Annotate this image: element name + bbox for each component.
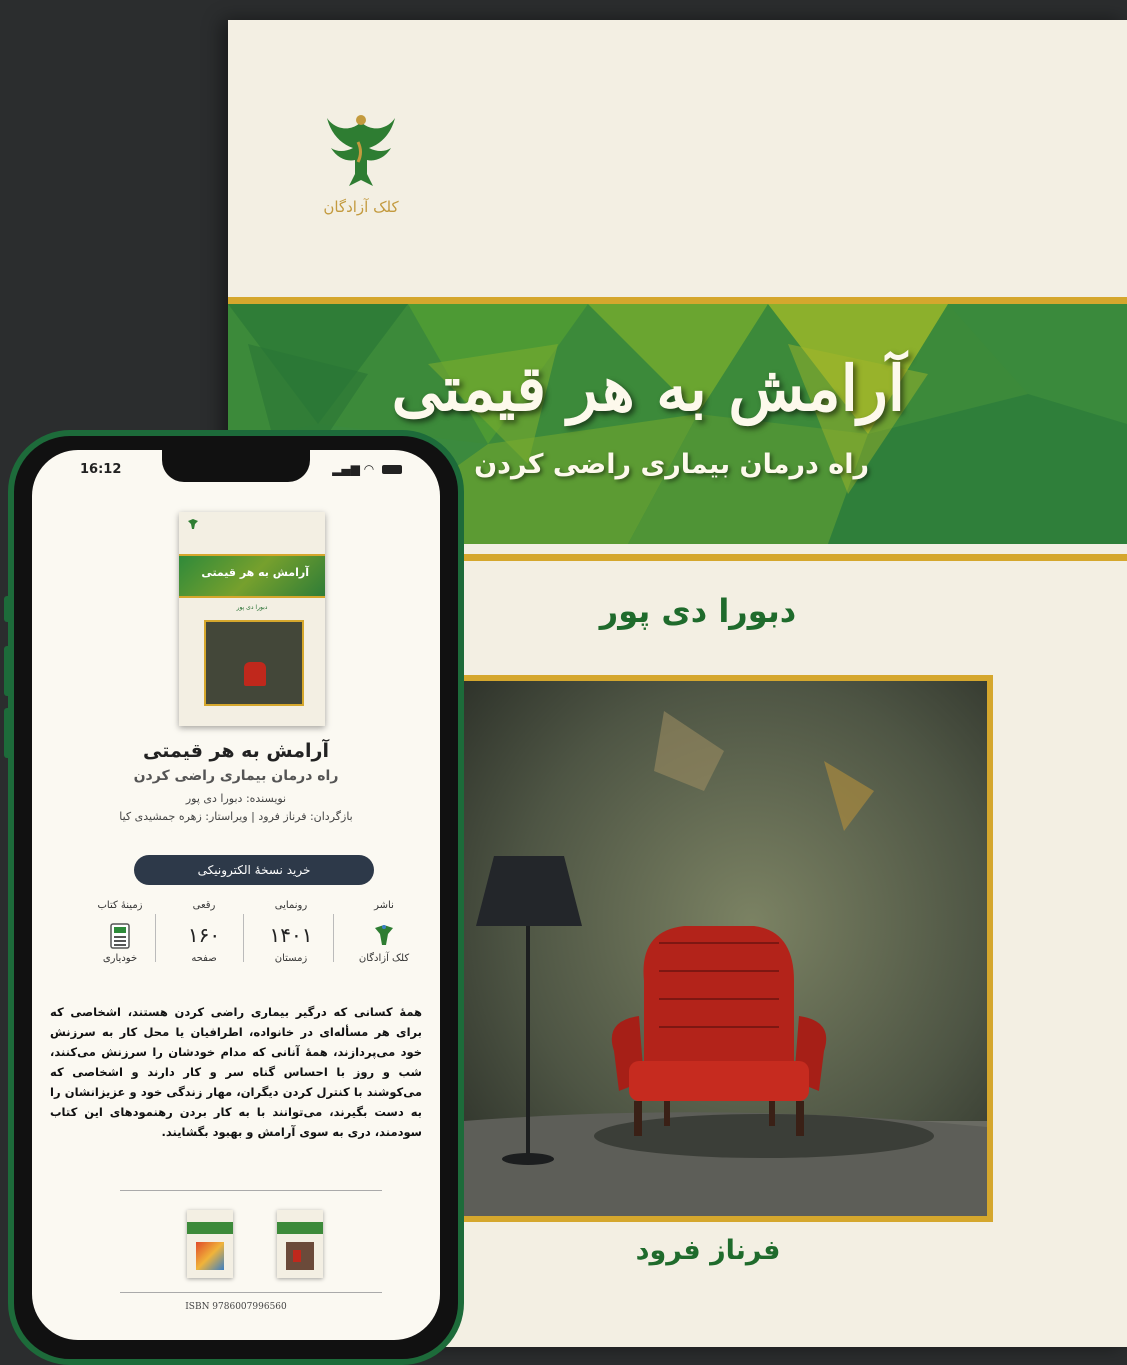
meta-icon-wrap: [344, 923, 424, 949]
battery-icon: [382, 465, 402, 474]
thumbnail-author: دبورا دی پور: [236, 604, 268, 611]
publisher-name: کلک آزادگان: [323, 198, 399, 216]
translator-name: فرناز فرود: [635, 1235, 781, 1266]
book-meta: ناشر کلک آزادگان رونمایی ۱۴۰۱ زمستان رقع…: [80, 900, 424, 978]
related-book-band: [187, 1222, 233, 1234]
related-book-figure: [293, 1250, 301, 1262]
phone-notch: [162, 450, 310, 482]
author-name: دبورا دی پور: [599, 592, 797, 630]
phone-volume-up: [4, 646, 12, 696]
related-book[interactable]: [187, 1210, 233, 1278]
cover-photo: [458, 675, 993, 1222]
book-description: همهٔ کسانی که درگیر بیماری راضی کردن هست…: [50, 1005, 422, 1139]
publisher-logo-icon: [375, 925, 393, 945]
meta-label: رقعی: [192, 900, 216, 911]
meta-foot: خودیاری: [102, 953, 138, 964]
thumbnail-photo: [204, 620, 304, 706]
book-thumbnail[interactable]: آرامش به هر قیمتی دبورا دی پور: [179, 512, 325, 726]
meta-label: زمینهٔ کتاب: [97, 900, 143, 911]
phone-screen: 16:12 ▂▄▆ ◠ آرامش به هر قیمتی دبورا دی پ…: [32, 450, 440, 1340]
wifi-icon: ◠: [363, 462, 375, 476]
meta-foot: زمستان: [274, 953, 308, 964]
divider: [120, 1292, 382, 1293]
phone-side-button: [4, 596, 12, 622]
signal-icon: ▂▄▆: [332, 462, 360, 476]
meta-foot: کلک آزادگان: [358, 953, 410, 964]
meta-genre: زمینهٔ کتاب خودیاری: [80, 900, 160, 964]
meta-label: ناشر: [374, 900, 394, 911]
thumbnail-title: آرامش به هر قیمتی: [201, 566, 309, 579]
phone-mockup: 16:12 ▂▄▆ ◠ آرامش به هر قیمتی دبورا دی پ…: [4, 430, 464, 1365]
chair-photo: [464, 681, 987, 1216]
status-time: 16:12: [80, 462, 122, 477]
related-book-photo: [196, 1242, 224, 1270]
book-subtitle: راه درمان بیماری راضی کردن: [474, 449, 869, 480]
meta-foot: صفحه: [191, 953, 217, 964]
calculator-icon: [110, 923, 130, 949]
isbn: ISBN 9786007996560: [185, 1302, 287, 1312]
chair-shape: [244, 662, 266, 686]
status-icons: ▂▄▆ ◠: [332, 462, 402, 476]
phone-book-subtitle: راه درمان بیماری راضی کردن: [133, 768, 339, 784]
publisher-logo: کلک آزادگان: [306, 112, 416, 216]
phone-volume-down: [4, 708, 12, 758]
meta-pages: رقعی ۱۶۰ صفحه: [164, 900, 244, 964]
thumbnail-band: آرامش به هر قیمتی: [179, 554, 325, 598]
phone-credits-line: بازگردان: فرناز فرود | ویراستار: زهره جم…: [119, 810, 353, 823]
buy-ebook-button[interactable]: خرید نسخهٔ الکترونیکی: [134, 855, 374, 885]
meta-label: رونمایی: [274, 900, 308, 911]
divider: [120, 1190, 382, 1191]
meta-icon-wrap: [80, 923, 160, 949]
meta-value: ۱۶۰: [187, 923, 221, 947]
book-title: آرامش به هر قیمتی: [391, 352, 905, 425]
eagle-logo-icon: [188, 519, 198, 529]
meta-value: ۱۴۰۱: [269, 923, 313, 947]
related-book-band: [277, 1222, 323, 1234]
divider: [333, 914, 334, 962]
meta-release: رونمایی ۱۴۰۱ زمستان: [251, 900, 331, 964]
eagle-logo-icon: [327, 115, 395, 186]
related-book[interactable]: [277, 1210, 323, 1278]
phone-book-title: آرامش به هر قیمتی: [143, 740, 329, 762]
phone-author-line: نویسنده: دبورا دی پور: [185, 792, 287, 805]
meta-publisher: ناشر کلک آزادگان: [344, 900, 424, 964]
